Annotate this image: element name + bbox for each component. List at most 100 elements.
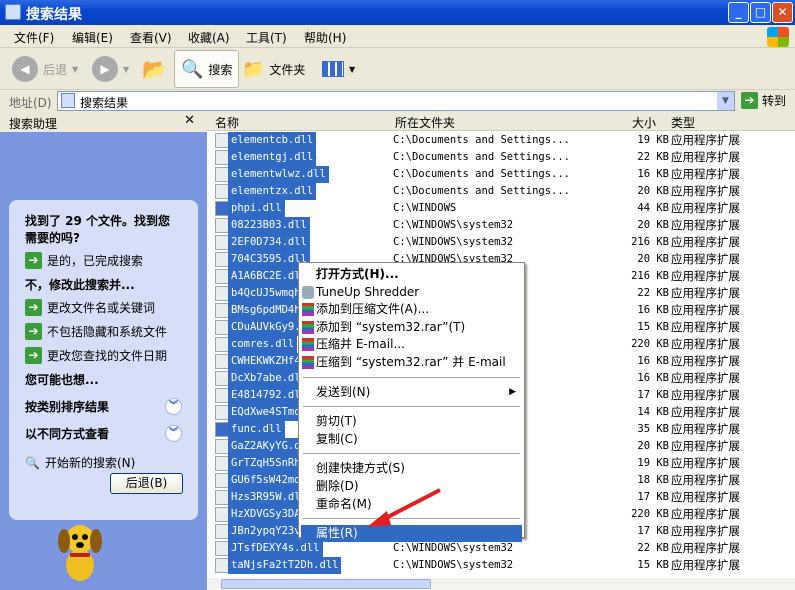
file-row[interactable]: 08223B03.dll C:\WINDOWS\system32 20 KB 应用程序…: [207, 217, 795, 234]
sort-by-category[interactable]: 按类别排序结果 ︾: [25, 398, 182, 415]
file-type: 应用程序扩展: [671, 422, 740, 436]
file-name: E4814792.dl: [228, 387, 304, 404]
search-button[interactable]: 🔍 搜索: [174, 50, 240, 88]
file-name: DcXb7abe.dl: [228, 370, 304, 387]
dll-file-icon: [215, 133, 229, 148]
context-menu-item[interactable]: 打开方式(H)...: [301, 266, 522, 283]
file-type: 应用程序扩展: [671, 456, 740, 470]
menu-favorites[interactable]: 收藏(A): [188, 29, 230, 46]
folders-label: 文件夹: [269, 62, 306, 77]
search-assistant-panel: 找到了 29 个文件。找到您需要的吗? ➔ 是的，已完成搜索 不，修改此搜索并..…: [9, 200, 198, 520]
green-arrow-icon: ➔: [25, 323, 42, 340]
context-menu-item[interactable]: 压缩并 E-mail...: [301, 336, 522, 353]
menu-view[interactable]: 查看(V): [130, 29, 172, 46]
column-folder[interactable]: 所在文件夹: [395, 114, 455, 131]
views-button[interactable]: ▼: [322, 54, 355, 84]
file-size: 20 KB: [637, 219, 669, 231]
file-folder: C:\Documents and Settings...: [393, 185, 571, 197]
file-size: 17 KB: [637, 525, 669, 537]
dll-file-icon: [215, 439, 229, 454]
dll-file-icon: [215, 490, 229, 505]
menu-edit[interactable]: 编辑(E): [72, 29, 113, 46]
context-menu-item[interactable]: 压缩到 “system32.rar” 并 E-mail: [301, 354, 522, 371]
file-name: EQdXwe4STmq: [228, 404, 304, 421]
magnifier-icon: 🔍: [25, 455, 40, 470]
file-type: 应用程序扩展: [671, 184, 740, 198]
green-arrow-icon: ➔: [25, 347, 42, 364]
close-button[interactable]: ✕: [772, 2, 793, 23]
column-name[interactable]: 名称: [215, 114, 239, 131]
file-row[interactable]: elementcb.dll C:\Documents and Settings..…: [207, 132, 795, 149]
file-size: 44 KB: [637, 202, 669, 214]
view-differently[interactable]: 以不同方式查看 ︾: [25, 425, 182, 442]
chevron-down-icon[interactable]: ︾: [165, 425, 182, 442]
context-menu-item[interactable]: 添加到压缩文件(A)...: [301, 301, 522, 318]
chevron-down-icon[interactable]: ︾: [165, 398, 182, 415]
context-menu-item[interactable]: 添加到 “system32.rar”(T): [301, 319, 522, 336]
up-folder-button[interactable]: 📂: [142, 54, 167, 84]
file-folder: C:\Documents and Settings...: [393, 151, 571, 163]
file-name: Hzs3R95W.dl: [228, 489, 304, 506]
dll-file-icon: [215, 201, 229, 216]
search-results-icon: [61, 93, 75, 108]
menu-item-label: 剪切(T): [316, 414, 357, 429]
file-type: 应用程序扩展: [671, 150, 740, 164]
file-folder: C:\WINDOWS\system32: [393, 542, 514, 554]
context-menu-item[interactable]: 创建快捷方式(S): [301, 460, 522, 477]
change-name-link[interactable]: ➔ 更改文件名或关键词: [25, 299, 198, 316]
windows-logo-icon: [767, 27, 789, 47]
yes-done-link[interactable]: ➔ 是的，已完成搜索: [25, 252, 198, 269]
file-row[interactable]: JTsfDEXY4s.dll C:\WINDOWS\system32 22 KB 应用…: [207, 540, 795, 557]
exclude-hidden-link[interactable]: ➔ 不包括隐藏和系统文件: [25, 323, 198, 340]
file-type: 应用程序扩展: [671, 354, 740, 368]
back-button[interactable]: ◀ 后退 ▼: [12, 54, 78, 84]
context-menu-item[interactable]: 复制(C): [301, 431, 522, 448]
file-row[interactable]: taNjsFa2tT2Dh.dll C:\WINDOWS\system32 15 K…: [207, 557, 795, 574]
red-arrow-annotation: [367, 488, 441, 527]
minimize-button[interactable]: _: [728, 2, 749, 23]
pane-close-button[interactable]: ✕: [184, 113, 195, 128]
file-type: 应用程序扩展: [671, 541, 740, 555]
file-row[interactable]: elementzx.dll C:\Documents and Settings..…: [207, 183, 795, 200]
file-size: 22 KB: [637, 151, 669, 163]
file-row[interactable]: phpi.dll C:\WINDOWS 44 KB 应用程序扩展: [207, 200, 795, 217]
forward-arrow-icon: ▶: [92, 56, 118, 82]
dll-file-icon: [215, 252, 229, 267]
forward-button[interactable]: ▶ ▼: [92, 54, 129, 84]
file-size: 16 KB: [637, 355, 669, 367]
address-dropdown-icon[interactable]: ▼: [717, 92, 734, 110]
menu-file[interactable]: 文件(F): [14, 29, 54, 46]
go-button[interactable]: ➔ 转到: [741, 92, 786, 109]
file-row[interactable]: elementgj.dll C:\Documents and Settings..…: [207, 149, 795, 166]
folders-button[interactable]: 📁 文件夹: [242, 54, 305, 84]
menu-help[interactable]: 帮助(H): [304, 29, 346, 46]
context-menu-item[interactable]: 剪切(T): [301, 413, 522, 430]
file-name: CWHEKWKZHf4: [228, 353, 304, 370]
maximize-button[interactable]: □: [750, 2, 771, 23]
option-label: 更改文件名或关键词: [47, 301, 156, 315]
scrollbar-thumb[interactable]: [221, 579, 431, 589]
file-folder: C:\WINDOWS: [393, 202, 457, 214]
column-size[interactable]: 大小: [632, 114, 656, 131]
column-type[interactable]: 类型: [671, 114, 695, 131]
file-type: 应用程序扩展: [671, 303, 740, 317]
file-size: 19 KB: [637, 457, 669, 469]
file-size: 17 KB: [637, 389, 669, 401]
file-folder: C:\WINDOWS\system32: [393, 559, 514, 571]
file-type: 应用程序扩展: [671, 439, 740, 453]
dll-file-icon: [215, 524, 229, 539]
context-menu-item[interactable]: 发送到(N) ▶: [301, 384, 522, 401]
column-headers: 名称 所在文件夹 大小 类型: [207, 112, 795, 131]
maybe-heading: 您可能也想...: [25, 373, 99, 387]
new-search-link[interactable]: 🔍 开始新的搜索(N): [25, 454, 198, 471]
file-row[interactable]: 2EF0D734.dll C:\WINDOWS\system32 216 KB 应用程…: [207, 234, 795, 251]
file-row[interactable]: elementwlwz.dll C:\Documents and Settings…: [207, 166, 795, 183]
dll-file-icon: [215, 184, 229, 199]
address-input[interactable]: 搜索结果 ▼: [57, 91, 735, 111]
back-button-pane[interactable]: 后退(B): [110, 473, 183, 494]
file-folder: C:\WINDOWS\system32: [393, 219, 514, 231]
horizontal-scrollbar[interactable]: [207, 578, 795, 590]
context-menu-item[interactable]: TuneUp Shredder: [301, 284, 522, 301]
menu-tools[interactable]: 工具(T): [246, 29, 287, 46]
change-date-link[interactable]: ➔ 更改您查找的文件日期: [25, 347, 198, 364]
